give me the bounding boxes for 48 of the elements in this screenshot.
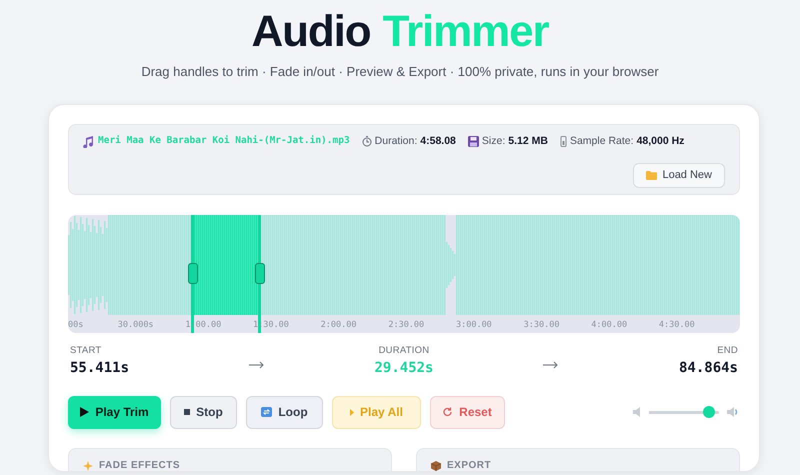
- readout-value: 55.411s: [70, 358, 130, 378]
- volume-thumb[interactable]: [702, 406, 714, 418]
- title-word: Audio: [251, 7, 371, 56]
- time-label: 30.000s: [118, 318, 154, 332]
- readout-label: DURATION: [378, 344, 430, 358]
- reset-icon: [443, 407, 454, 418]
- stat-value: 48,000 Hz: [636, 134, 684, 149]
- stat-value: 5.12 MB: [508, 134, 548, 149]
- time-label: 4:30.00: [658, 318, 695, 332]
- stat-label: Duration:: [374, 134, 418, 149]
- time-label: 2:00.00: [320, 318, 356, 332]
- subtitle: Drag handles to trim · Fade in/out · Preview & Export · 100% private, runs in your browser: [141, 63, 659, 81]
- stop-button[interactable]: Stop: [170, 396, 237, 429]
- readout-label: END: [717, 344, 738, 358]
- play-icon: [80, 407, 90, 418]
- load-new-button[interactable]: Load New: [633, 162, 725, 188]
- time-label: 00s: [68, 318, 84, 332]
- time-label: 3:30.00: [524, 318, 560, 332]
- readout-value: 29.452s: [374, 358, 434, 378]
- meter-icon: [560, 136, 567, 147]
- box-icon: [431, 460, 441, 470]
- stopwatch-icon: [362, 136, 372, 147]
- readout-label: START: [70, 344, 102, 358]
- time-label: 2:30.00: [388, 318, 424, 332]
- stop-icon: [184, 409, 190, 416]
- loop-button[interactable]: Loop: [246, 396, 323, 429]
- readout-value: 84.864s: [678, 358, 738, 378]
- volume-slider[interactable]: [649, 406, 719, 418]
- stat-label: Size:: [482, 134, 506, 149]
- file-name: Meri Maa Ke Barabar Koi Nahi-(Mr-Jat.in).mp3: [98, 134, 350, 148]
- panel-title: EXPORT: [447, 460, 492, 470]
- volume-low-icon: [633, 407, 641, 418]
- play-button[interactable]: Play Trim: [68, 396, 161, 429]
- music-note-icon: [83, 136, 94, 148]
- volume-high-icon: [727, 407, 738, 418]
- repeat-icon: [261, 407, 272, 418]
- play-icon: [350, 408, 354, 416]
- arrow-icon: [543, 360, 560, 369]
- title-word: Trimmer: [382, 7, 549, 56]
- stat-label: Sample Rate:: [570, 134, 634, 149]
- time-label: 3:00.00: [456, 318, 492, 332]
- arrow-icon: [248, 360, 265, 369]
- folder-icon: [646, 170, 658, 180]
- stat-value: 4:58.08: [420, 134, 456, 149]
- panel-title: FADE EFFECTS: [99, 460, 180, 470]
- sparkle-icon: [83, 460, 93, 470]
- trim-handle[interactable]: [188, 262, 198, 284]
- time-label: 4:00.00: [591, 318, 628, 332]
